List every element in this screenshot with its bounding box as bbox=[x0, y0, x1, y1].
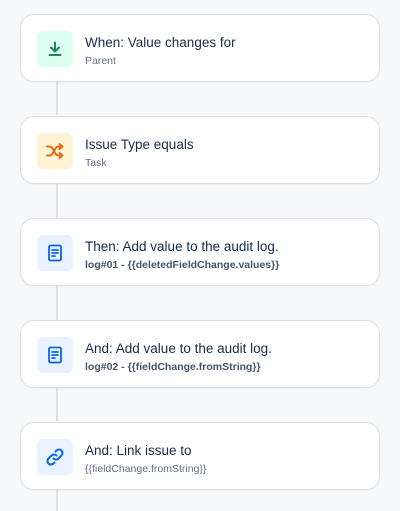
card-subtitle: Parent bbox=[85, 55, 116, 67]
action-audit-log-card[interactable]: And: Add value to the audit log. log#02 … bbox=[20, 320, 380, 388]
card-title: And: Link issue to bbox=[85, 443, 192, 458]
condition-issue-type-card[interactable]: Issue Type equals Task bbox=[20, 116, 380, 184]
shuffle-icon bbox=[37, 133, 73, 169]
flow-connector bbox=[56, 490, 58, 511]
card-subtitle-text: log#02 - {{fieldChange.fromString}} bbox=[85, 361, 261, 373]
trigger-value-changes-card[interactable]: When: Value changes for Parent bbox=[20, 14, 380, 82]
card-title: And: Add value to the audit log. bbox=[85, 341, 272, 356]
flow-connector bbox=[56, 81, 58, 115]
flow-connector bbox=[56, 286, 58, 320]
card-title: Then: Add value to the audit log. bbox=[85, 239, 279, 254]
card-subtitle-text: log#01 - {{deletedFieldChange.values}} bbox=[85, 259, 280, 271]
card-subtitle: log#02 - {{fieldChange.fromString}} bbox=[85, 361, 261, 373]
download-arrow-icon bbox=[37, 31, 73, 67]
card-subtitle: Task bbox=[85, 157, 107, 169]
card-subtitle: log#01 - {{deletedFieldChange.values}} bbox=[85, 259, 279, 271]
card-title: Issue Type equals bbox=[85, 137, 194, 152]
action-audit-log-card[interactable]: Then: Add value to the audit log. log#01… bbox=[20, 218, 380, 286]
flow-connector bbox=[56, 387, 58, 421]
document-icon bbox=[37, 337, 73, 373]
action-link-issue-card[interactable]: And: Link issue to {{fieldChange.fromStr… bbox=[20, 422, 380, 490]
card-title: When: Value changes for bbox=[85, 35, 236, 50]
flow-connector bbox=[56, 184, 58, 218]
card-subtitle: {{fieldChange.fromString}} bbox=[85, 463, 207, 475]
document-icon bbox=[37, 235, 73, 271]
automation-rule-flow: When: Value changes for Parent Issue Typ… bbox=[0, 0, 400, 511]
link-icon bbox=[37, 439, 73, 475]
